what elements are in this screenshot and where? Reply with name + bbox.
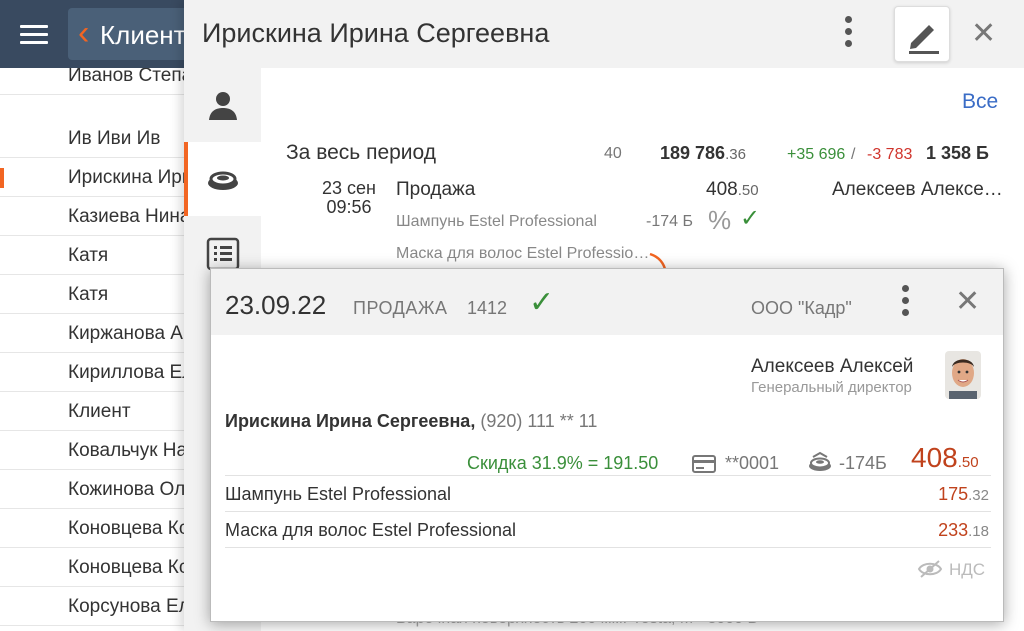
client-name: Корсунова Елена (68, 596, 190, 617)
client-name: Ирискина Ирина (68, 167, 190, 188)
card-type: ПРОДАЖА (353, 298, 448, 318)
pencil-icon (909, 25, 939, 54)
more-options-icon[interactable] (899, 285, 911, 321)
card-item-price: 233.18 (938, 520, 989, 540)
period-separator: / (851, 146, 856, 163)
card-number-masked: **0001 (725, 453, 780, 473)
credit-card-icon (692, 455, 716, 473)
back-chevron-icon[interactable]: ‹ (78, 14, 89, 52)
person-icon (209, 92, 237, 120)
employee-role: Генеральный директор (751, 379, 912, 396)
employee-photo (945, 351, 981, 399)
client-list-item[interactable]: Казиева Нина (0, 197, 190, 236)
transaction-type[interactable]: Продажа (396, 179, 475, 201)
card-organization: ООО "Кадр" (751, 298, 852, 318)
card-bonus: -174Б (839, 453, 887, 473)
transaction-employee: Алексеев Алексе… (832, 179, 1003, 200)
transaction-card: 23.09.22 ПРОДАЖА 1412 ✓ ООО "Кадр" ✕ Але… (210, 268, 1004, 622)
vat-label[interactable]: НДС (949, 560, 985, 580)
close-panel-icon[interactable]: ✕ (971, 19, 996, 49)
transaction-sum: 408.50 (706, 179, 759, 200)
discount-percent-icon: % (708, 205, 732, 235)
all-link[interactable]: Все (962, 90, 998, 114)
client-list-item[interactable]: Коновцева Ксения (0, 509, 190, 548)
period-count: 40 (604, 145, 622, 162)
period-bonus: 1 358 Б (926, 143, 989, 163)
period-label: За весь период (286, 141, 437, 164)
client-list-item[interactable]: Коновцева Ксения (0, 548, 190, 587)
client-list-item[interactable]: Киржанова Анна (0, 314, 190, 353)
client-list-item[interactable]: Катя (0, 275, 190, 314)
client-name: Кожинова Ольга (68, 479, 190, 500)
client-list-item[interactable]: Ковальчук Наталья (0, 431, 190, 470)
client-name: Коновцева Ксения (68, 557, 190, 578)
client-name: Киржанова Анна (68, 323, 190, 344)
card-total: 408.50 (911, 442, 979, 473)
nav-client-info[interactable] (184, 68, 261, 142)
check-icon: ✓ (529, 286, 555, 319)
client-name: Ив Иви Ив (68, 128, 161, 149)
panel-header: Ирискина Ирина Сергеевна ✕ (184, 0, 1024, 68)
nav-transactions[interactable] (184, 142, 261, 216)
transaction-bonus: -174 Б (646, 213, 693, 230)
divider (225, 475, 991, 476)
period-sum: 189 786.36 (660, 143, 746, 163)
card-header: 23.09.22 ПРОДАЖА 1412 ✓ ООО "Кадр" ✕ (211, 269, 1003, 335)
client-name: Ковальчук Наталья (68, 440, 190, 461)
bonus-coins-icon (809, 451, 831, 471)
client-list-item[interactable]: Клиент (0, 392, 190, 431)
client-list-item[interactable]: Иванов Степан (0, 68, 190, 95)
employee-name: Алексеев Алексей (751, 356, 914, 377)
transaction-date: 23 сен 09:56 (322, 178, 376, 217)
client-list-item[interactable]: Кожинова Ольга (0, 470, 190, 509)
card-date: 23.09.22 (225, 290, 327, 320)
client-name: Коновцева Ксения (68, 518, 190, 539)
check-icon: ✓ (740, 205, 761, 232)
client-list-item[interactable]: Ирискина Ирина (0, 158, 190, 197)
card-item-name: Маска для волос Estel Professional (225, 520, 517, 540)
card-item-name: Шампунь Estel Professional (225, 484, 452, 504)
client-name: Кириллова Елена (68, 362, 190, 383)
client-list-item[interactable]: Ив Иви Ив (0, 119, 190, 158)
close-card-icon[interactable]: ✕ (955, 287, 980, 317)
divider (225, 511, 991, 512)
client-list: Иванов Степан Ив Иви Ив Ирискина Ирина Кази… (0, 68, 190, 631)
eye-off-icon[interactable] (917, 559, 943, 579)
period-minus: -3 783 (867, 146, 913, 163)
card-number: 1412 (467, 298, 508, 318)
client-name: Катя (68, 284, 109, 305)
period-plus: +35 696 (787, 146, 846, 163)
client-name-title: Ирискина Ирина Сергеевна (202, 18, 550, 48)
edit-button[interactable] (894, 6, 950, 62)
list-icon (206, 237, 240, 271)
client-info: Ирискина Ирина Сергеевна, (920) 111 ** 1… (225, 411, 598, 431)
coins-icon (208, 171, 238, 190)
client-list-item[interactable]: Кириллова Елена (0, 353, 190, 392)
client-name: Катя (68, 245, 109, 266)
client-name: Иванов Степан (68, 68, 190, 86)
transaction-item: Шампунь Estel Professional (396, 213, 597, 230)
client-name: Клиент (68, 401, 131, 422)
card-item-price: 175.32 (938, 484, 989, 504)
discount: Скидка 31.9% = 191.50 (467, 453, 659, 473)
selected-indicator (0, 168, 4, 188)
menu-icon[interactable] (20, 20, 48, 48)
more-options-icon[interactable] (842, 16, 854, 52)
transaction-item: Маска для волос Estel Professio… (396, 245, 650, 262)
client-name: Казиева Нина (68, 206, 190, 227)
client-list-item[interactable]: Катя (0, 236, 190, 275)
avatar (945, 351, 981, 399)
client-list-item[interactable]: Корсунова Елена (0, 587, 190, 626)
divider (225, 547, 991, 548)
